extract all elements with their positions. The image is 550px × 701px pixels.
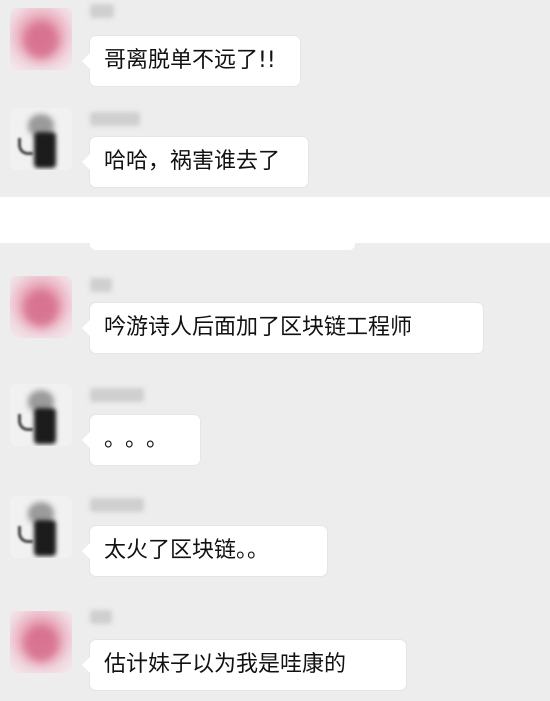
pink-character-avatar[interactable] [10, 611, 72, 673]
sender-name-blurred [90, 388, 144, 402]
pink-character-avatar[interactable] [10, 276, 72, 338]
pink-character-avatar[interactable] [10, 8, 72, 70]
message-text: 。。。 [104, 427, 179, 452]
sender-name-blurred [90, 498, 144, 512]
sender-name-blurred [90, 278, 112, 292]
message-text: 太火了区块链。。 [104, 538, 270, 563]
sender-name-blurred [90, 610, 112, 624]
message-text: 吟游诗人后面加了区块链工程师 [104, 315, 413, 340]
message-bubble[interactable]: 哥离脱单不远了!! [82, 36, 300, 86]
message-bubble[interactable]: 太火了区块链。。 [82, 526, 327, 576]
dark-character-avatar[interactable] [10, 384, 72, 446]
message-bubble[interactable]: 估计妹子以为我是哇康的 [82, 640, 406, 690]
message-bubble[interactable]: 。。。 [82, 415, 200, 465]
message-bubble[interactable]: 吟游诗人后面加了区块链工程师 [82, 303, 483, 353]
dark-character-avatar[interactable] [10, 496, 72, 558]
sender-name-blurred [90, 4, 114, 18]
message-text: 估计妹子以为我是哇康的 [104, 652, 347, 677]
cropped-message-bubble [90, 236, 355, 250]
message-text: 哈哈，祸害谁去了 [104, 149, 281, 174]
message-text: 哥离脱单不远了!! [104, 48, 276, 73]
message-bubble[interactable]: 哈哈，祸害谁去了 [82, 137, 308, 187]
sender-name-blurred [90, 112, 140, 126]
dark-character-avatar[interactable] [10, 108, 72, 170]
